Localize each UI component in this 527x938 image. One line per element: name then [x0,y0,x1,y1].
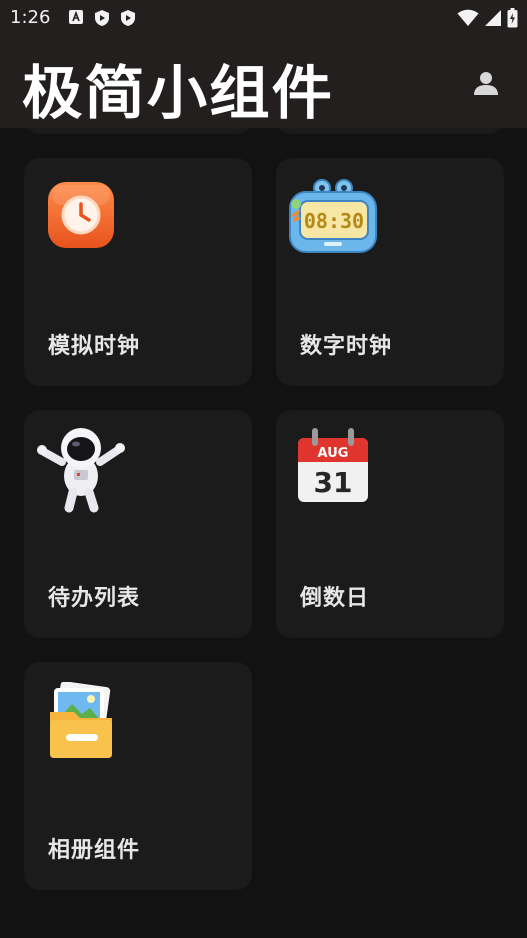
app-header: 极简小组件 [0,36,527,128]
widget-card-todo-list[interactable]: 待办列表 [24,410,252,638]
battery-icon [507,8,518,32]
widget-label: 相册组件 [48,838,141,863]
calendar-day: 31 [314,466,353,499]
analog-clock-icon [46,180,116,250]
astronaut-icon [36,422,126,514]
font-icon [68,9,84,31]
widget-card-photo-album[interactable]: 相册组件 [24,662,252,890]
clock-display-text: 08:30 [304,209,364,233]
app-screen: 1:26 极简小组件 模拟时钟 08:30 数字时钟 待办列表 AUG 31 倒… [0,0,527,938]
shield-play-icon [120,9,136,31]
person-icon [474,72,498,95]
widget-label: 倒数日 [300,586,370,611]
calendar-icon: AUG 31 [296,424,370,504]
app-title: 极简小组件 [22,59,335,127]
shield-play-icon [94,9,110,31]
widget-card-digital-clock[interactable]: 08:30 数字时钟 [276,158,504,386]
widget-card-countdown[interactable]: AUG 31 倒数日 [276,410,504,638]
digital-clock-icon: 08:30 [286,176,380,256]
status-bar: 1:26 [0,0,527,36]
widget-card-analog-clock[interactable]: 模拟时钟 [24,158,252,386]
profile-button[interactable] [471,68,501,98]
system-icons [457,8,518,32]
calendar-month: AUG [318,446,349,461]
widget-label: 模拟时钟 [48,334,141,359]
signal-icon [484,9,502,31]
wifi-icon [457,9,479,31]
widget-label: 数字时钟 [300,334,393,359]
photo-folder-icon [48,681,114,760]
notification-icons [68,9,136,31]
widget-label: 待办列表 [48,586,141,611]
status-time: 1:26 [10,7,51,28]
